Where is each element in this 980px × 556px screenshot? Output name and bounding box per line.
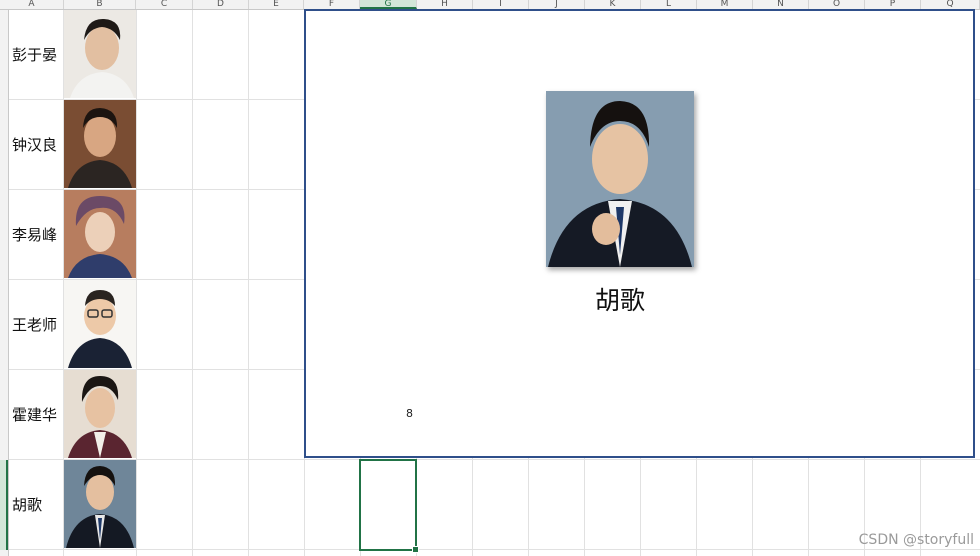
column-header-k[interactable]: K	[585, 0, 641, 9]
cell-name-row-2[interactable]: 钟汉良	[9, 100, 63, 189]
column-header-d[interactable]: D	[193, 0, 249, 9]
grid-line	[192, 10, 193, 556]
grid-line	[9, 459, 980, 460]
grid-line	[136, 10, 137, 556]
selected-cell[interactable]	[359, 459, 419, 553]
fill-handle[interactable]	[412, 546, 419, 553]
column-header-g[interactable]: G	[360, 0, 417, 9]
column-header-j[interactable]: J	[529, 0, 585, 9]
column-header-n[interactable]: N	[753, 0, 809, 9]
column-header-o[interactable]: O	[809, 0, 865, 9]
spreadsheet: A B C D E F G H I J K L M N O P Q 彭于晏 钟汉…	[0, 0, 980, 556]
column-header-h[interactable]: H	[417, 0, 473, 9]
portrait-photo-row-4[interactable]	[64, 280, 136, 368]
cell-name-row-1[interactable]: 彭于晏	[9, 10, 63, 99]
portrait-photo-large	[546, 91, 694, 267]
grid-line	[9, 549, 980, 550]
popup-name: 胡歌	[594, 286, 645, 315]
portrait-photo-row-2[interactable]	[64, 100, 136, 188]
column-header-b[interactable]: B	[64, 0, 136, 9]
column-header-e[interactable]: E	[249, 0, 304, 9]
cell-value: 8	[406, 407, 413, 420]
cell-name-row-3[interactable]: 李易峰	[9, 190, 63, 279]
portrait-photo-row-6[interactable]	[64, 460, 136, 548]
cell-name-row-6[interactable]: 胡歌	[9, 460, 63, 549]
column-header-i[interactable]: I	[473, 0, 529, 9]
contact-popup-card[interactable]: 胡歌 8	[304, 9, 975, 458]
portrait-photo-row-3[interactable]	[64, 190, 136, 278]
portrait-photo-row-5[interactable]	[64, 370, 136, 458]
column-header-a[interactable]: A	[0, 0, 64, 9]
watermark: CSDN @storyfull	[858, 532, 974, 548]
grid-line	[248, 10, 249, 556]
active-row-indicator	[0, 460, 8, 550]
column-header-f[interactable]: F	[304, 0, 360, 9]
cell-name-row-5[interactable]: 霍建华	[9, 370, 63, 459]
cell-name-row-4[interactable]: 王老师	[9, 280, 63, 369]
column-header-p[interactable]: P	[865, 0, 921, 9]
row-headers	[0, 10, 9, 556]
column-header-l[interactable]: L	[641, 0, 697, 9]
portrait-photo-row-1[interactable]	[64, 10, 136, 98]
column-header-c[interactable]: C	[136, 0, 193, 9]
column-header-m[interactable]: M	[697, 0, 753, 9]
column-header-q[interactable]: Q	[921, 0, 980, 9]
